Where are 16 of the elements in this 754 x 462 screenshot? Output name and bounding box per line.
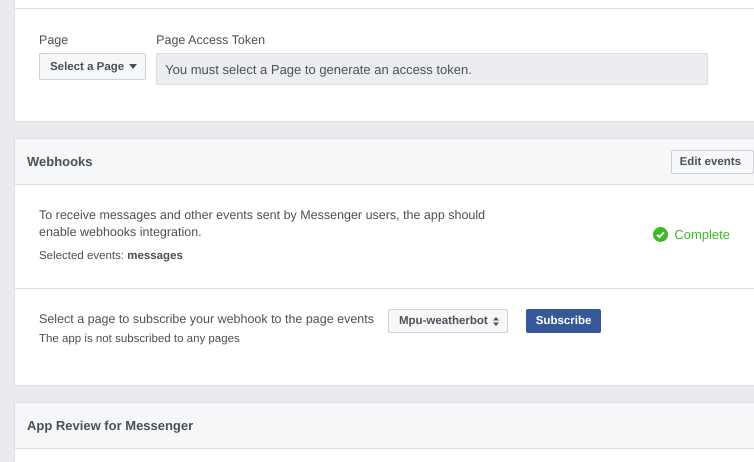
edit-events-button[interactable]: Edit events <box>670 150 754 174</box>
token-field[interactable]: You must select a Page to generate an access token. <box>156 53 708 85</box>
caret-icon <box>129 64 138 69</box>
webhooks-description: To receive messages and other events sent by Messenger users, the app should enable webhooks integration. <box>39 207 486 241</box>
updown-icon <box>492 316 499 326</box>
page-label: Page <box>39 33 70 47</box>
subscribe-button[interactable]: Subscribe <box>526 309 602 333</box>
subscribe-prompt: Select a page to subscribe your webhook to the page events <box>39 311 374 328</box>
status-text: Complete <box>674 227 730 242</box>
subscription-note: The app is not subscribed to any pages <box>39 333 241 345</box>
section-title: Webhooks <box>27 154 92 169</box>
page-select[interactable]: Select a Page <box>39 53 146 80</box>
section-title: App Review for Messenger <box>27 418 194 433</box>
token-label: Page Access Token <box>156 33 266 47</box>
webhook-page-select[interactable]: Mpu-weatherbot <box>388 309 508 333</box>
selected-events: Selected events: messages <box>39 250 184 262</box>
